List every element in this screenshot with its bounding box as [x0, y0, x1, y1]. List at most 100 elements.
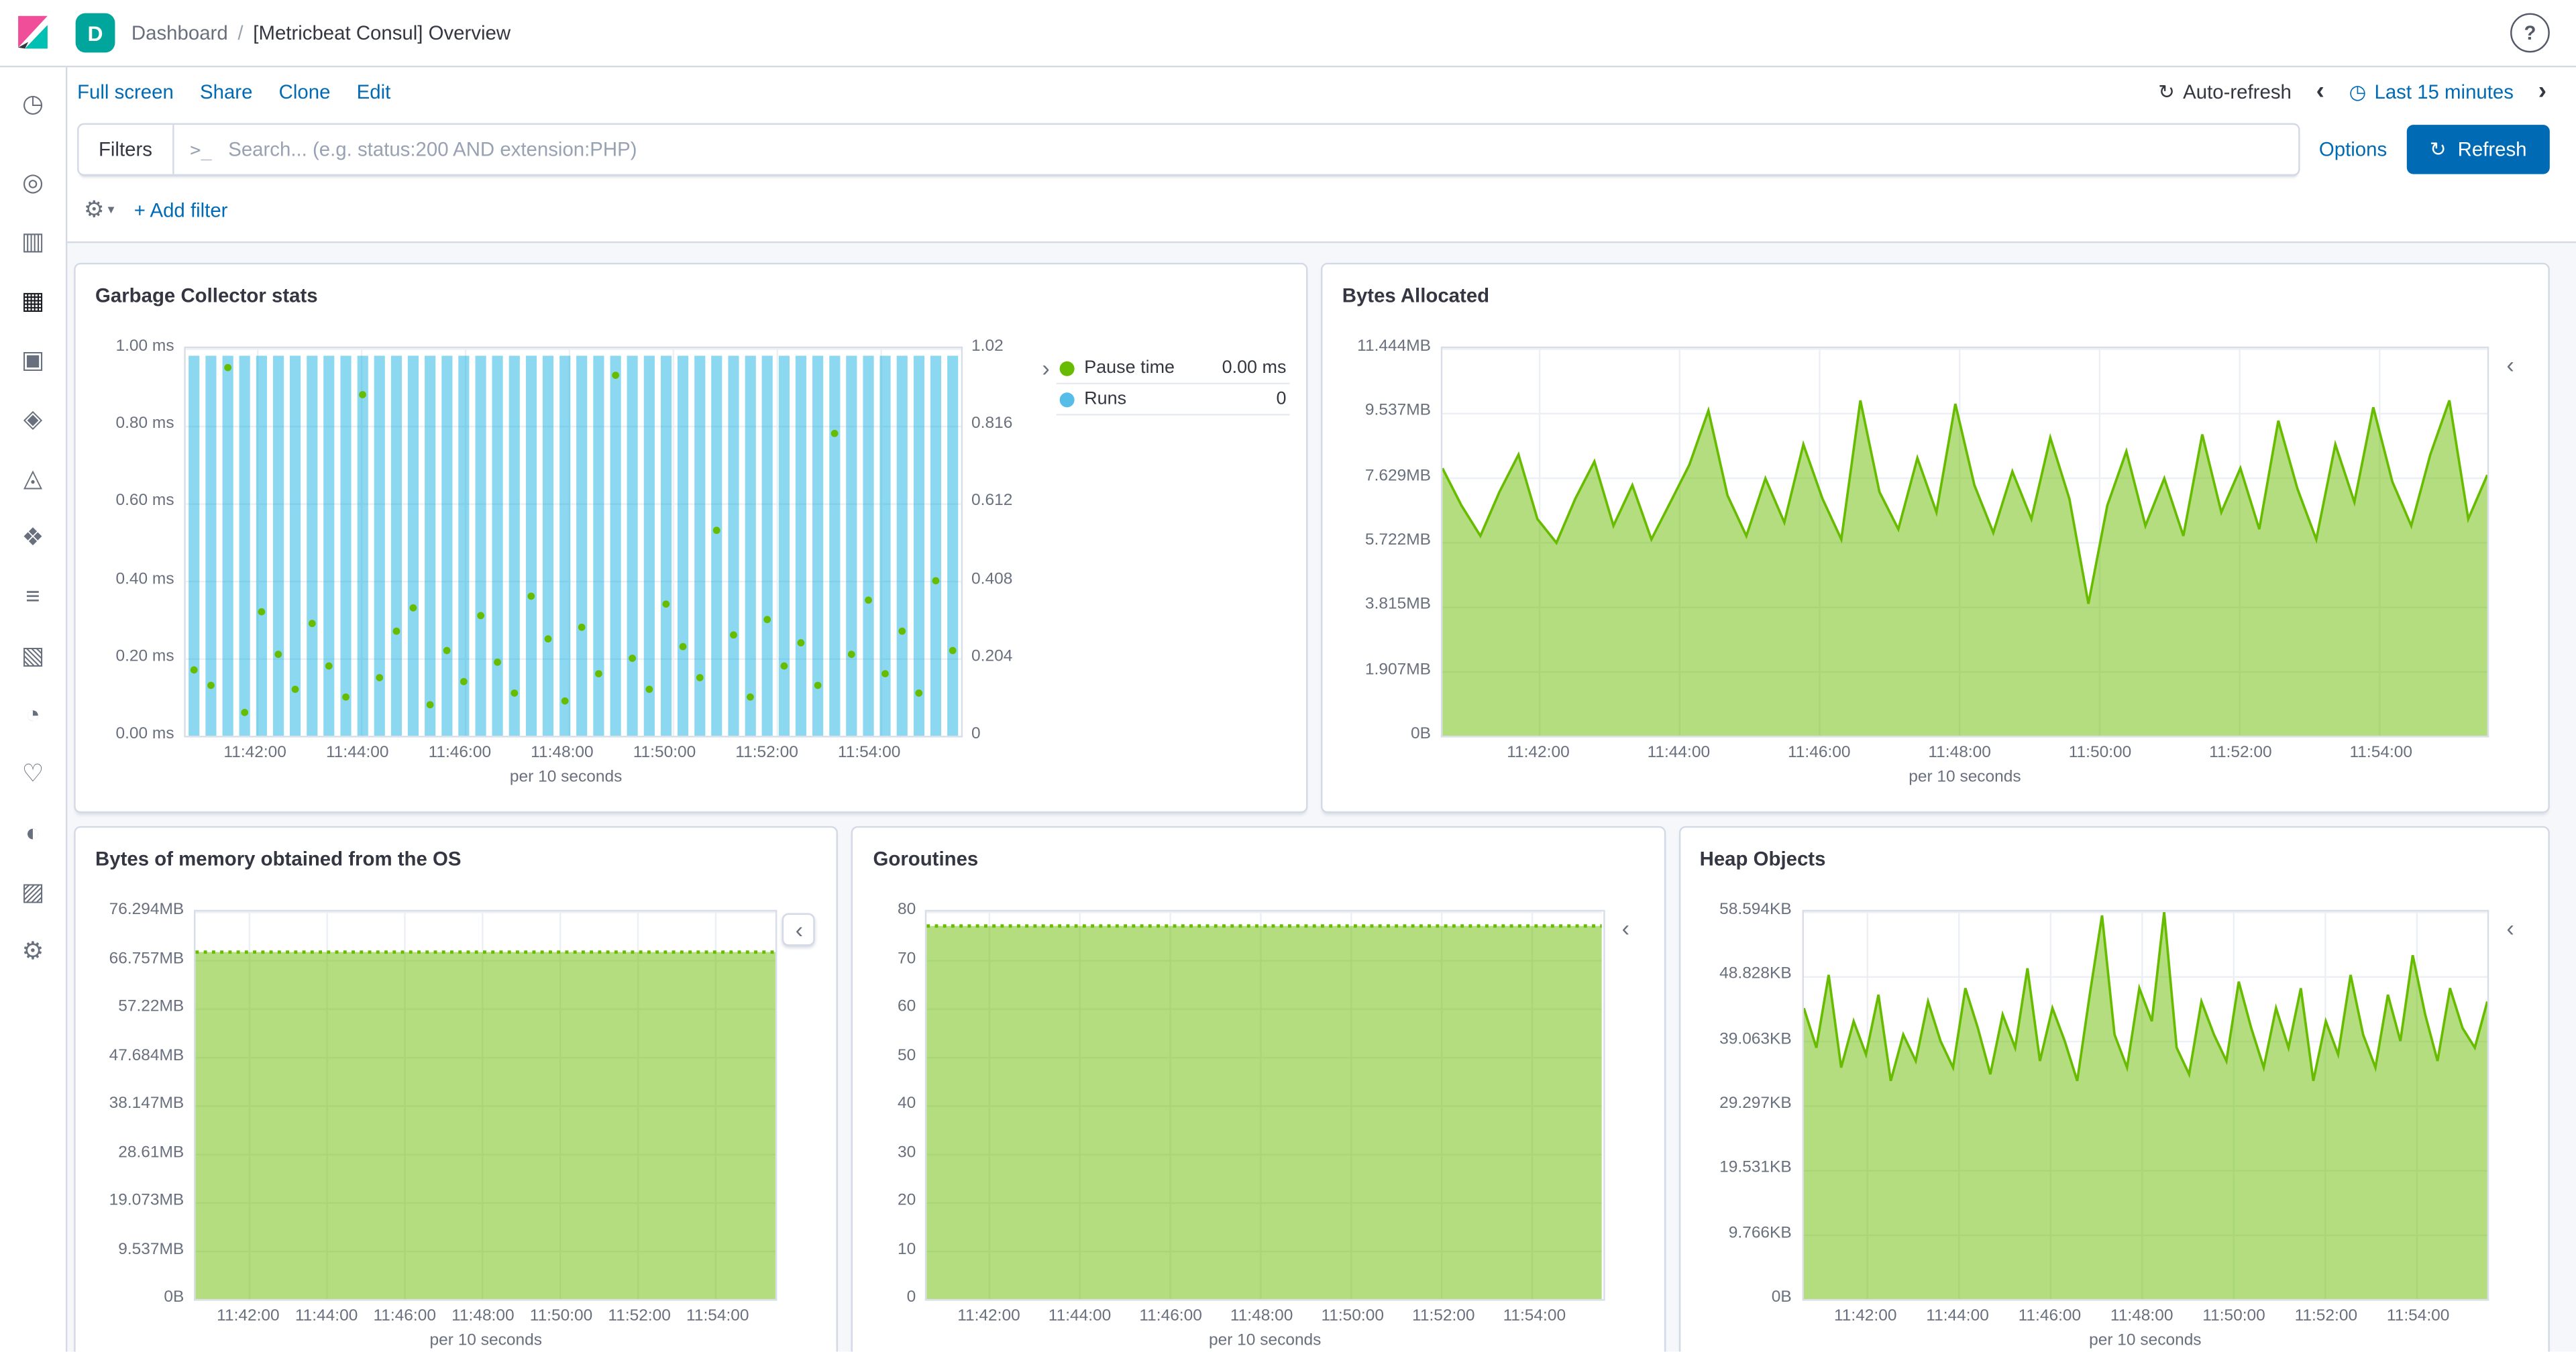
plot-area [184, 346, 963, 738]
recently-viewed-icon: ◷ [21, 90, 44, 119]
x-axis-label: 11:52:00 [608, 1307, 671, 1326]
y-axis-label: 0 [906, 1288, 916, 1307]
right-y-axis-label: 0.816 [971, 414, 1013, 433]
right-y-axis-label: 0.204 [971, 647, 1013, 666]
legend-toggle-button[interactable]: › [1036, 353, 1057, 383]
sidebar-item-recently-viewed[interactable]: ◷ [0, 74, 66, 133]
time-range-label: Last 15 minutes [2374, 80, 2514, 104]
x-axis-label: 11:54:00 [1503, 1307, 1566, 1326]
sidebar-item-siem[interactable]: ◐ [0, 803, 66, 862]
sidebar-item-visualize[interactable]: ▥ [0, 212, 66, 271]
x-axis-label: 11:46:00 [1787, 744, 1851, 763]
space-avatar[interactable]: D [75, 13, 115, 53]
discover-icon: ◎ [21, 169, 44, 197]
x-axis-label: 11:44:00 [1048, 1307, 1112, 1326]
x-axis-label: 11:48:00 [1230, 1307, 1293, 1326]
y-axis-label: 0.40 ms [115, 570, 174, 588]
y-axis-label: 38.147MB [109, 1094, 184, 1113]
right-y-axis-label: 0.408 [971, 570, 1013, 588]
legend-toggle-button[interactable]: ‹ [1615, 913, 1636, 943]
clone-button[interactable]: Clone [279, 80, 331, 103]
sidebar-item-maps[interactable]: ◈ [0, 389, 66, 448]
x-axis-label: 11:54:00 [2386, 1307, 2450, 1326]
full-screen-button[interactable]: Full screen [77, 80, 174, 103]
y-axis-label: 66.757MB [109, 949, 184, 968]
search-input[interactable] [225, 136, 2298, 163]
y-axis-label: 76.294MB [109, 901, 184, 919]
chart-canvas [195, 911, 775, 1300]
y-axis-label: 7.629MB [1364, 466, 1431, 485]
time-forward-button[interactable]: › [2535, 78, 2550, 105]
auto-refresh-icon: ↻ [2158, 80, 2175, 104]
sidebar-item-apm[interactable]: ◔ [0, 685, 66, 744]
filters-button[interactable]: Filters [79, 125, 174, 174]
auto-refresh-button[interactable]: ↻ Auto-refresh [2158, 80, 2292, 103]
y-axis-label: 57.22MB [118, 997, 184, 1016]
share-button[interactable]: Share [200, 80, 252, 103]
plot-area [1440, 346, 2489, 738]
chart-heap-objects: 0B 9.766KB 19.531KB 29.297KB 39.063KB 48.828K… [1697, 901, 2532, 1352]
filter-bar: ⚙ ▾ + Add filter [67, 184, 2576, 241]
sidebar-item-graph[interactable]: ❖ [0, 508, 66, 567]
legend: › Pause time 0.00 ms Runs 0 [1036, 347, 1290, 416]
breadcrumb-dashboard[interactable]: Dashboard [131, 21, 228, 44]
plot-area [1801, 909, 2489, 1301]
y-axis: 0B 1.907MB 3.815MB 5.722MB 7.629MB 9.537MB 11.… [1339, 337, 1441, 743]
right-y-axis: 0 0.204 0.408 0.612 0.816 1.02 [963, 337, 1029, 743]
chart-canvas [1442, 348, 2487, 736]
x-axis-label: 11:44:00 [294, 1307, 358, 1326]
filter-options-button[interactable]: ⚙ ▾ [84, 195, 114, 223]
time-back-button[interactable]: ‹ [2313, 78, 2328, 105]
x-axis-label: 11:44:00 [325, 744, 389, 763]
console-prompt-icon: >_ [190, 138, 212, 160]
refresh-icon: ↻ [2429, 137, 2447, 162]
sidebar-item-uptime[interactable]: ♡ [0, 744, 66, 803]
legend-item[interactable]: Runs 0 [1056, 384, 1290, 416]
edit-button[interactable]: Edit [357, 80, 391, 103]
time-range-picker[interactable]: ◷ Last 15 minutes [2349, 80, 2514, 103]
sidebar-item-dashboard[interactable]: ▦ [0, 271, 66, 330]
legend-toggle-button[interactable]: ‹ [2500, 913, 2521, 943]
options-button[interactable]: Options [2319, 138, 2387, 161]
x-axis-row: 11:42:00 11:44:00 11:46:00 11:48:00 11:50:00… [1697, 1306, 2532, 1332]
legend-toggle-button[interactable]: ‹ [782, 913, 816, 946]
y-axis-label: 0B [1771, 1288, 1792, 1307]
legend-toggle-button[interactable]: ‹ [2500, 350, 2521, 380]
y-axis-label: 39.063KB [1719, 1029, 1792, 1048]
kibana-logo[interactable] [0, 0, 66, 66]
y-axis-label: 28.61MB [118, 1143, 184, 1162]
clock-icon: ◷ [2349, 80, 2367, 104]
plot-area [925, 909, 1605, 1301]
chart-body: 0.00 ms 0.20 ms 0.40 ms 0.60 ms 0.80 ms 1.00 … [92, 337, 1290, 743]
help-icon[interactable]: ? [2510, 13, 2550, 53]
x-axis-caption-row: per 10 seconds [92, 769, 1289, 791]
legend-value: 0.00 ms [1222, 357, 1287, 378]
sidebar-item-machine-learning[interactable]: ◬ [0, 449, 66, 508]
chart-canvas [185, 348, 961, 736]
legend-toggle-column: ‹ [2489, 347, 2532, 380]
y-axis-label: 48.828KB [1719, 965, 1792, 984]
refresh-label: Refresh [2457, 137, 2527, 162]
dashboard-icon: ▦ [21, 287, 45, 316]
y-axis: 0 10 20 30 40 50 60 70 80 [870, 901, 926, 1306]
sidebar-item-discover[interactable]: ◎ [0, 153, 66, 212]
sidebar-item-logs[interactable]: ≡ [0, 567, 66, 626]
legend-item[interactable]: Pause time 0.00 ms [1056, 353, 1290, 385]
sidebar-item-canvas[interactable]: ▣ [0, 330, 66, 389]
sidebar-item-infrastructure[interactable]: ▧ [0, 626, 66, 685]
graph-icon: ❖ [21, 524, 44, 552]
y-axis-label: 20 [897, 1191, 916, 1210]
sidebar-item-management[interactable]: ⚙ [0, 921, 66, 980]
chart-canvas [927, 911, 1603, 1300]
add-filter-button[interactable]: + Add filter [134, 198, 228, 221]
x-axis-label: 11:50:00 [1321, 1307, 1384, 1326]
main-area: Full screen Share Clone Edit ↻ Auto-refr… [67, 67, 2576, 1352]
gear-icon: ⚙ [83, 195, 105, 222]
refresh-button[interactable]: ↻ Refresh [2406, 125, 2550, 174]
sidebar-item-monitoring[interactable]: ▨ [0, 862, 66, 921]
panel-title: Goroutines [873, 847, 979, 870]
x-axis-row: 11:42:00 11:44:00 11:46:00 11:48:00 11:50:00… [92, 1306, 820, 1332]
x-axis-label: 11:48:00 [2110, 1307, 2174, 1326]
auto-refresh-label: Auto-refresh [2183, 80, 2292, 104]
infrastructure-icon: ▧ [21, 642, 45, 671]
